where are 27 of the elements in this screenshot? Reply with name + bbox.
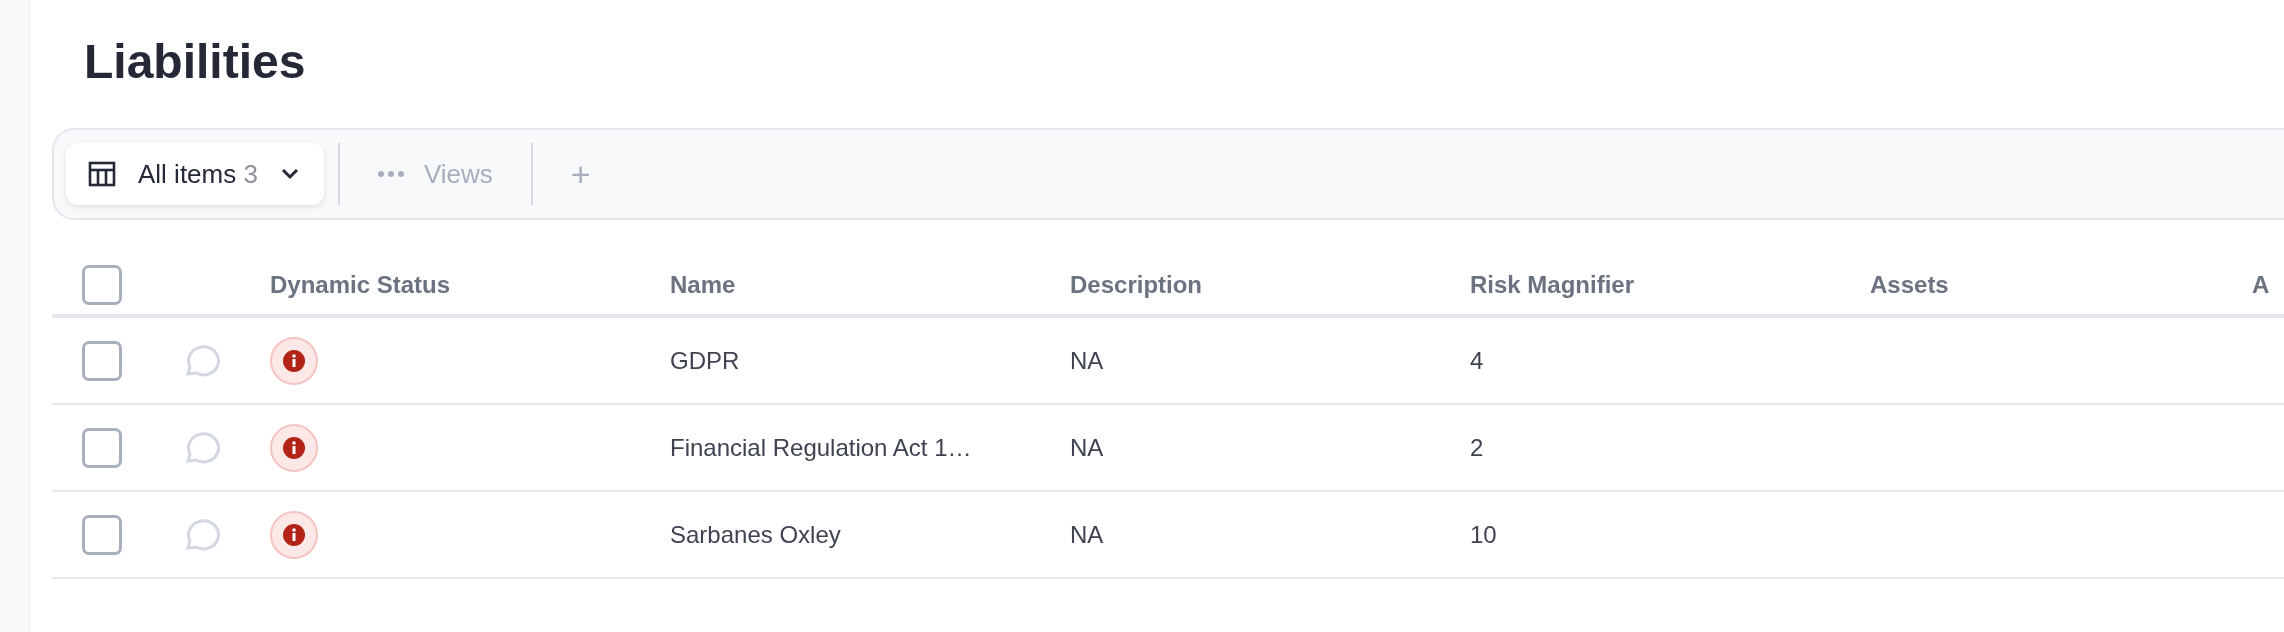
more-icon: [377, 171, 404, 177]
checkbox[interactable]: [82, 265, 122, 305]
table-icon: [88, 160, 116, 188]
table-cell: NA: [1070, 346, 1104, 374]
status-indicator: [270, 510, 318, 559]
table-cell: GDPR: [670, 346, 740, 374]
checkbox[interactable]: [82, 340, 122, 381]
status-indicator: [270, 336, 318, 385]
table-cell: Sarbanes Oxley: [670, 520, 841, 548]
page-title: Liabilities: [84, 34, 307, 90]
table-cell: 2: [1470, 433, 1484, 461]
column-header[interactable]: Description: [1070, 271, 1203, 298]
column-header[interactable]: Dynamic Status: [270, 271, 451, 298]
view-selector-button[interactable]: All items 3: [66, 143, 324, 205]
chevron-down-icon: [279, 167, 300, 181]
column-header[interactable]: Risk Magnifier: [1470, 271, 1635, 298]
column-header[interactable]: A: [2252, 271, 2270, 298]
table-cell: NA: [1070, 520, 1104, 548]
table-cell: 4: [1470, 346, 1484, 374]
column-header[interactable]: Assets: [1870, 271, 1949, 298]
checkbox[interactable]: [82, 514, 122, 555]
checkbox[interactable]: [82, 427, 122, 468]
status-indicator: [270, 423, 318, 472]
table-cell: 10: [1470, 520, 1497, 548]
table-cell: Financial Regulation Act 1…: [670, 433, 972, 461]
table-cell: NA: [1070, 433, 1104, 461]
column-header[interactable]: Name: [670, 271, 736, 298]
